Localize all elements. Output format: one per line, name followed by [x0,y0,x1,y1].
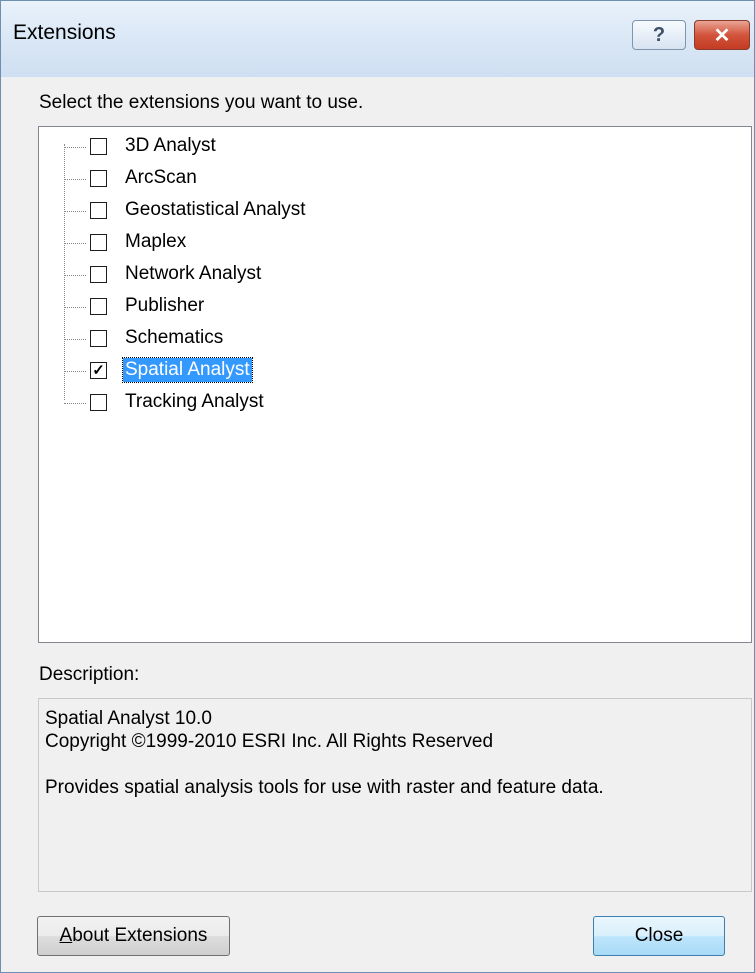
extension-item[interactable]: Schematics [39,324,751,354]
about-button-label: bout Extensions [72,925,208,946]
tree-branch-line [64,403,86,404]
about-extensions-button[interactable]: About Extensions [37,916,230,956]
extensions-list[interactable]: 3D Analyst ArcScan Geostatistical Analyst M… [38,126,752,643]
extension-checkbox[interactable] [90,138,107,155]
extension-checkbox[interactable] [90,394,107,411]
extension-label[interactable]: Tracking Analyst [123,390,266,414]
extension-checkbox[interactable] [90,266,107,283]
extension-label[interactable]: ArcScan [123,166,199,190]
tree-branch-line [64,211,86,212]
extension-checkbox[interactable] [90,330,107,347]
tree-branch-line [64,275,86,276]
extension-item[interactable]: Network Analyst [39,260,751,290]
description-line: Provides spatial analysis tools for use … [45,777,604,798]
title-bar[interactable]: Extensions ? ✕ [1,1,754,77]
extensions-dialog: Extensions ? ✕ Select the extensions you… [0,0,755,973]
description-line: Spatial Analyst 10.0 [45,708,212,729]
extension-item[interactable]: ✓ Spatial Analyst [39,356,751,386]
extension-checkbox[interactable] [90,298,107,315]
extension-item[interactable]: Maplex [39,228,751,258]
extension-item[interactable]: 3D Analyst [39,132,751,162]
description-label: Description: [39,664,140,685]
extension-checkbox[interactable] [90,170,107,187]
extension-checkbox[interactable]: ✓ [90,362,107,379]
instruction-text: Select the extensions you want to use. [39,92,364,113]
extension-item[interactable]: ArcScan [39,164,751,194]
window-title: Extensions [13,21,116,44]
close-window-button[interactable]: ✕ [694,20,750,50]
description-line [45,753,745,776]
description-box: Spatial Analyst 10.0 Copyright ©1999-201… [38,698,752,892]
extension-item[interactable]: Publisher [39,292,751,322]
extension-label[interactable]: Publisher [123,294,206,318]
extension-checkbox[interactable] [90,202,107,219]
close-button[interactable]: Close [593,916,725,956]
tree-branch-line [64,147,86,148]
extension-item[interactable]: Geostatistical Analyst [39,196,751,226]
extension-checkbox[interactable] [90,234,107,251]
extension-label[interactable]: Network Analyst [123,262,263,286]
tree-branch-line [64,243,86,244]
tree-branch-line [64,371,86,372]
about-button-mnemonic: A [59,925,73,946]
extension-label[interactable]: Spatial Analyst [122,357,253,383]
help-button[interactable]: ? [632,20,686,50]
tree-branch-line [64,307,86,308]
extension-item[interactable]: Tracking Analyst [39,388,751,418]
extension-label[interactable]: Schematics [123,326,225,350]
description-line: Copyright ©1999-2010 ESRI Inc. All Right… [45,731,494,752]
tree-branch-line [64,179,86,180]
tree-branch-line [64,339,86,340]
extension-label[interactable]: Geostatistical Analyst [123,198,308,222]
extension-label[interactable]: Maplex [123,230,188,254]
extension-label[interactable]: 3D Analyst [123,134,218,158]
